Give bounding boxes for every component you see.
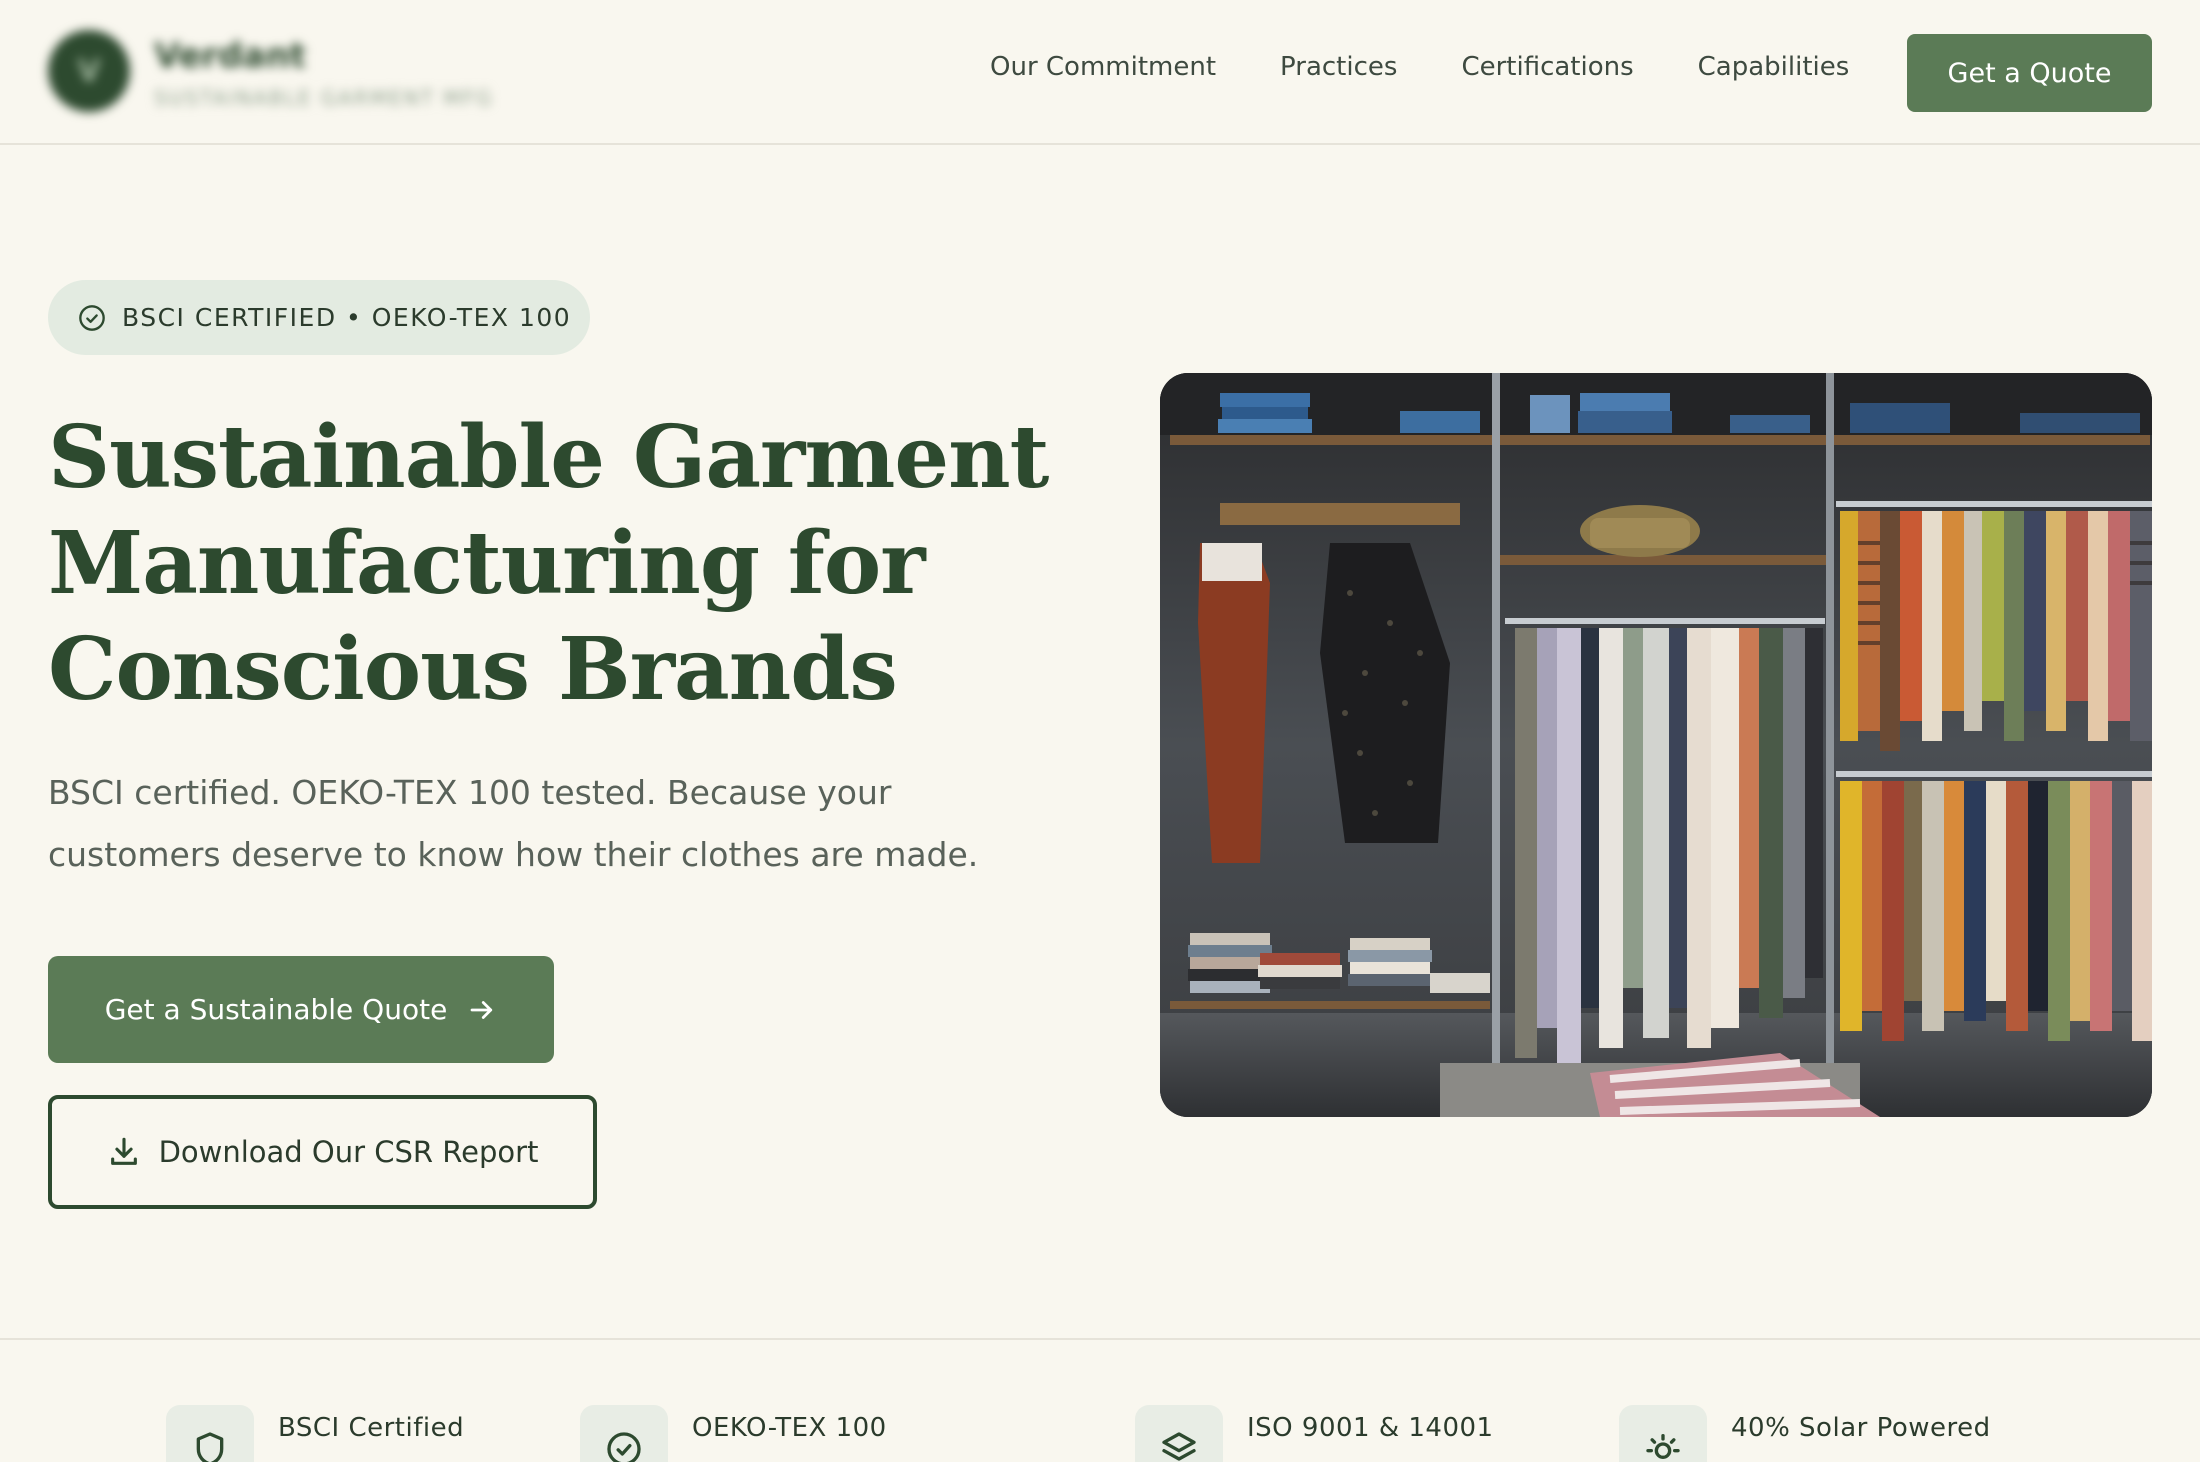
site-header: V Verdant SUSTAINABLE GARMENT MFG Our Co… xyxy=(0,0,2200,145)
badge-label: BSCI CERTIFIED • OEKO-TEX 100 xyxy=(122,303,572,332)
hero-subtitle-line: customers deserve to know how their clot… xyxy=(48,835,979,874)
get-quote-button[interactable]: Get a Quote xyxy=(1907,34,2152,112)
certification-badge: BSCI CERTIFIED • OEKO-TEX 100 xyxy=(48,280,590,355)
hero-title-line: Manufacturing for xyxy=(48,513,926,614)
download-csr-label: Download Our CSR Report xyxy=(158,1135,539,1169)
sustainable-quote-button[interactable]: Get a Sustainable Quote xyxy=(48,956,554,1063)
nav-link-our-commitment[interactable]: Our Commitment xyxy=(990,52,1216,82)
clothing-rack-illustration xyxy=(1160,373,2152,1117)
feature-solar: 40% Solar Powered xyxy=(1619,1405,1991,1462)
feature-icon-box xyxy=(166,1405,254,1462)
check-circle-icon xyxy=(79,304,105,331)
nav-link-capabilities[interactable]: Capabilities xyxy=(1698,52,1850,82)
brand-name: Verdant xyxy=(154,36,307,76)
feature-icon-box xyxy=(580,1405,668,1462)
download-csr-button[interactable]: Download Our CSR Report xyxy=(48,1095,597,1209)
main-nav: Our Commitment Practices Certifications … xyxy=(990,52,1849,82)
brand-tagline: SUSTAINABLE GARMENT MFG xyxy=(154,86,494,110)
feature-oeko-tex: OEKO-TEX 100 xyxy=(580,1405,887,1462)
hero-title-line: Conscious Brands xyxy=(48,619,898,720)
feature-iso: ISO 9001 & 14001 xyxy=(1135,1405,1494,1462)
certifications-strip: BSCI Certified OEKO-TEX 100 ISO 9001 & 1… xyxy=(0,1338,2200,1462)
arrow-right-icon xyxy=(470,1000,493,1019)
layers-icon xyxy=(1162,1432,1196,1461)
feature-label: ISO 9001 & 14001 xyxy=(1247,1413,1494,1443)
hero-subtitle-line: BSCI certified. OEKO-TEX 100 tested. Bec… xyxy=(48,773,892,812)
feature-icon-box xyxy=(1619,1405,1707,1462)
feature-label: 40% Solar Powered xyxy=(1731,1413,1991,1443)
feature-icon-box xyxy=(1135,1405,1223,1462)
check-circle-icon xyxy=(607,1432,641,1462)
feature-label: BSCI Certified xyxy=(278,1413,465,1443)
hero-title: Sustainable Garment Manufacturing for Co… xyxy=(48,405,1068,723)
sustainable-quote-label: Get a Sustainable Quote xyxy=(104,993,448,1026)
download-icon xyxy=(110,1137,137,1165)
hero-clothing-rack-image xyxy=(1160,373,2152,1117)
sun-icon xyxy=(1646,1434,1680,1459)
shield-icon xyxy=(196,1432,224,1462)
hero-subtitle: BSCI certified. OEKO-TEX 100 tested. Bec… xyxy=(48,762,1008,886)
nav-link-certifications[interactable]: Certifications xyxy=(1461,52,1633,82)
feature-bsci: BSCI Certified xyxy=(166,1405,464,1462)
feature-label: OEKO-TEX 100 xyxy=(692,1413,887,1443)
logo-mark-icon: V xyxy=(48,30,130,112)
hero-title-line: Sustainable Garment xyxy=(48,407,1049,508)
brand-logo[interactable]: V Verdant SUSTAINABLE GARMENT MFG xyxy=(48,30,518,115)
nav-link-practices[interactable]: Practices xyxy=(1280,52,1397,82)
